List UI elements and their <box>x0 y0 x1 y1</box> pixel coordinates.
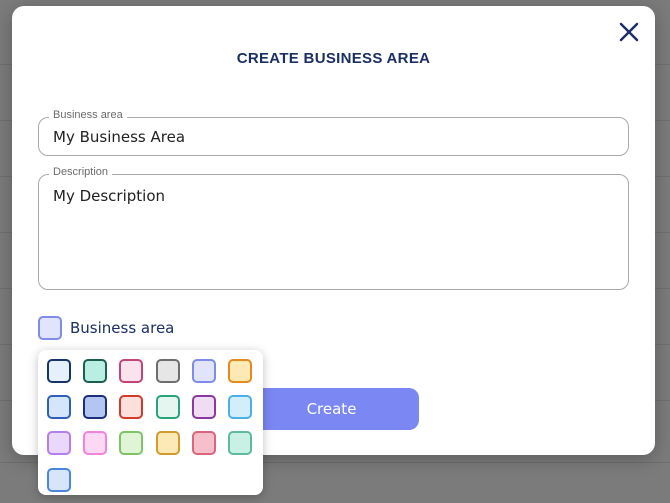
color-swatch[interactable] <box>228 395 252 420</box>
color-selector: Business area <box>38 316 174 340</box>
color-swatch[interactable] <box>191 395 216 420</box>
color-swatch[interactable] <box>191 359 216 383</box>
create-button[interactable]: Create <box>244 388 419 430</box>
close-button[interactable] <box>617 20 641 44</box>
color-swatch[interactable] <box>47 467 71 492</box>
business-area-field: Business area <box>38 109 629 156</box>
description-field: Description My Description <box>38 166 629 290</box>
business-area-field-label: Business area <box>49 109 127 121</box>
color-swatch[interactable] <box>119 359 144 383</box>
color-swatch[interactable] <box>155 359 180 383</box>
close-icon <box>619 22 639 42</box>
color-swatch[interactable] <box>119 431 144 456</box>
color-swatch[interactable] <box>47 395 71 420</box>
color-swatch[interactable] <box>155 431 180 456</box>
color-swatch[interactable] <box>47 359 71 383</box>
color-swatch[interactable] <box>83 359 108 383</box>
color-palette-popover <box>38 350 263 495</box>
color-swatch[interactable] <box>119 395 144 420</box>
color-swatch[interactable] <box>83 395 108 420</box>
description-field-label: Description <box>49 166 113 178</box>
color-swatch[interactable] <box>47 431 71 456</box>
color-swatch[interactable] <box>228 359 252 383</box>
description-textarea[interactable]: My Description <box>39 175 628 289</box>
color-swatch[interactable] <box>191 431 216 456</box>
color-selector-label: Business area <box>70 319 175 337</box>
dialog-title: CREATE BUSINESS AREA <box>236 50 431 67</box>
color-swatch[interactable] <box>228 431 252 456</box>
business-area-input[interactable] <box>39 118 628 155</box>
color-swatch[interactable] <box>155 395 180 420</box>
selected-color-swatch[interactable] <box>38 316 62 340</box>
color-swatch[interactable] <box>83 431 108 456</box>
